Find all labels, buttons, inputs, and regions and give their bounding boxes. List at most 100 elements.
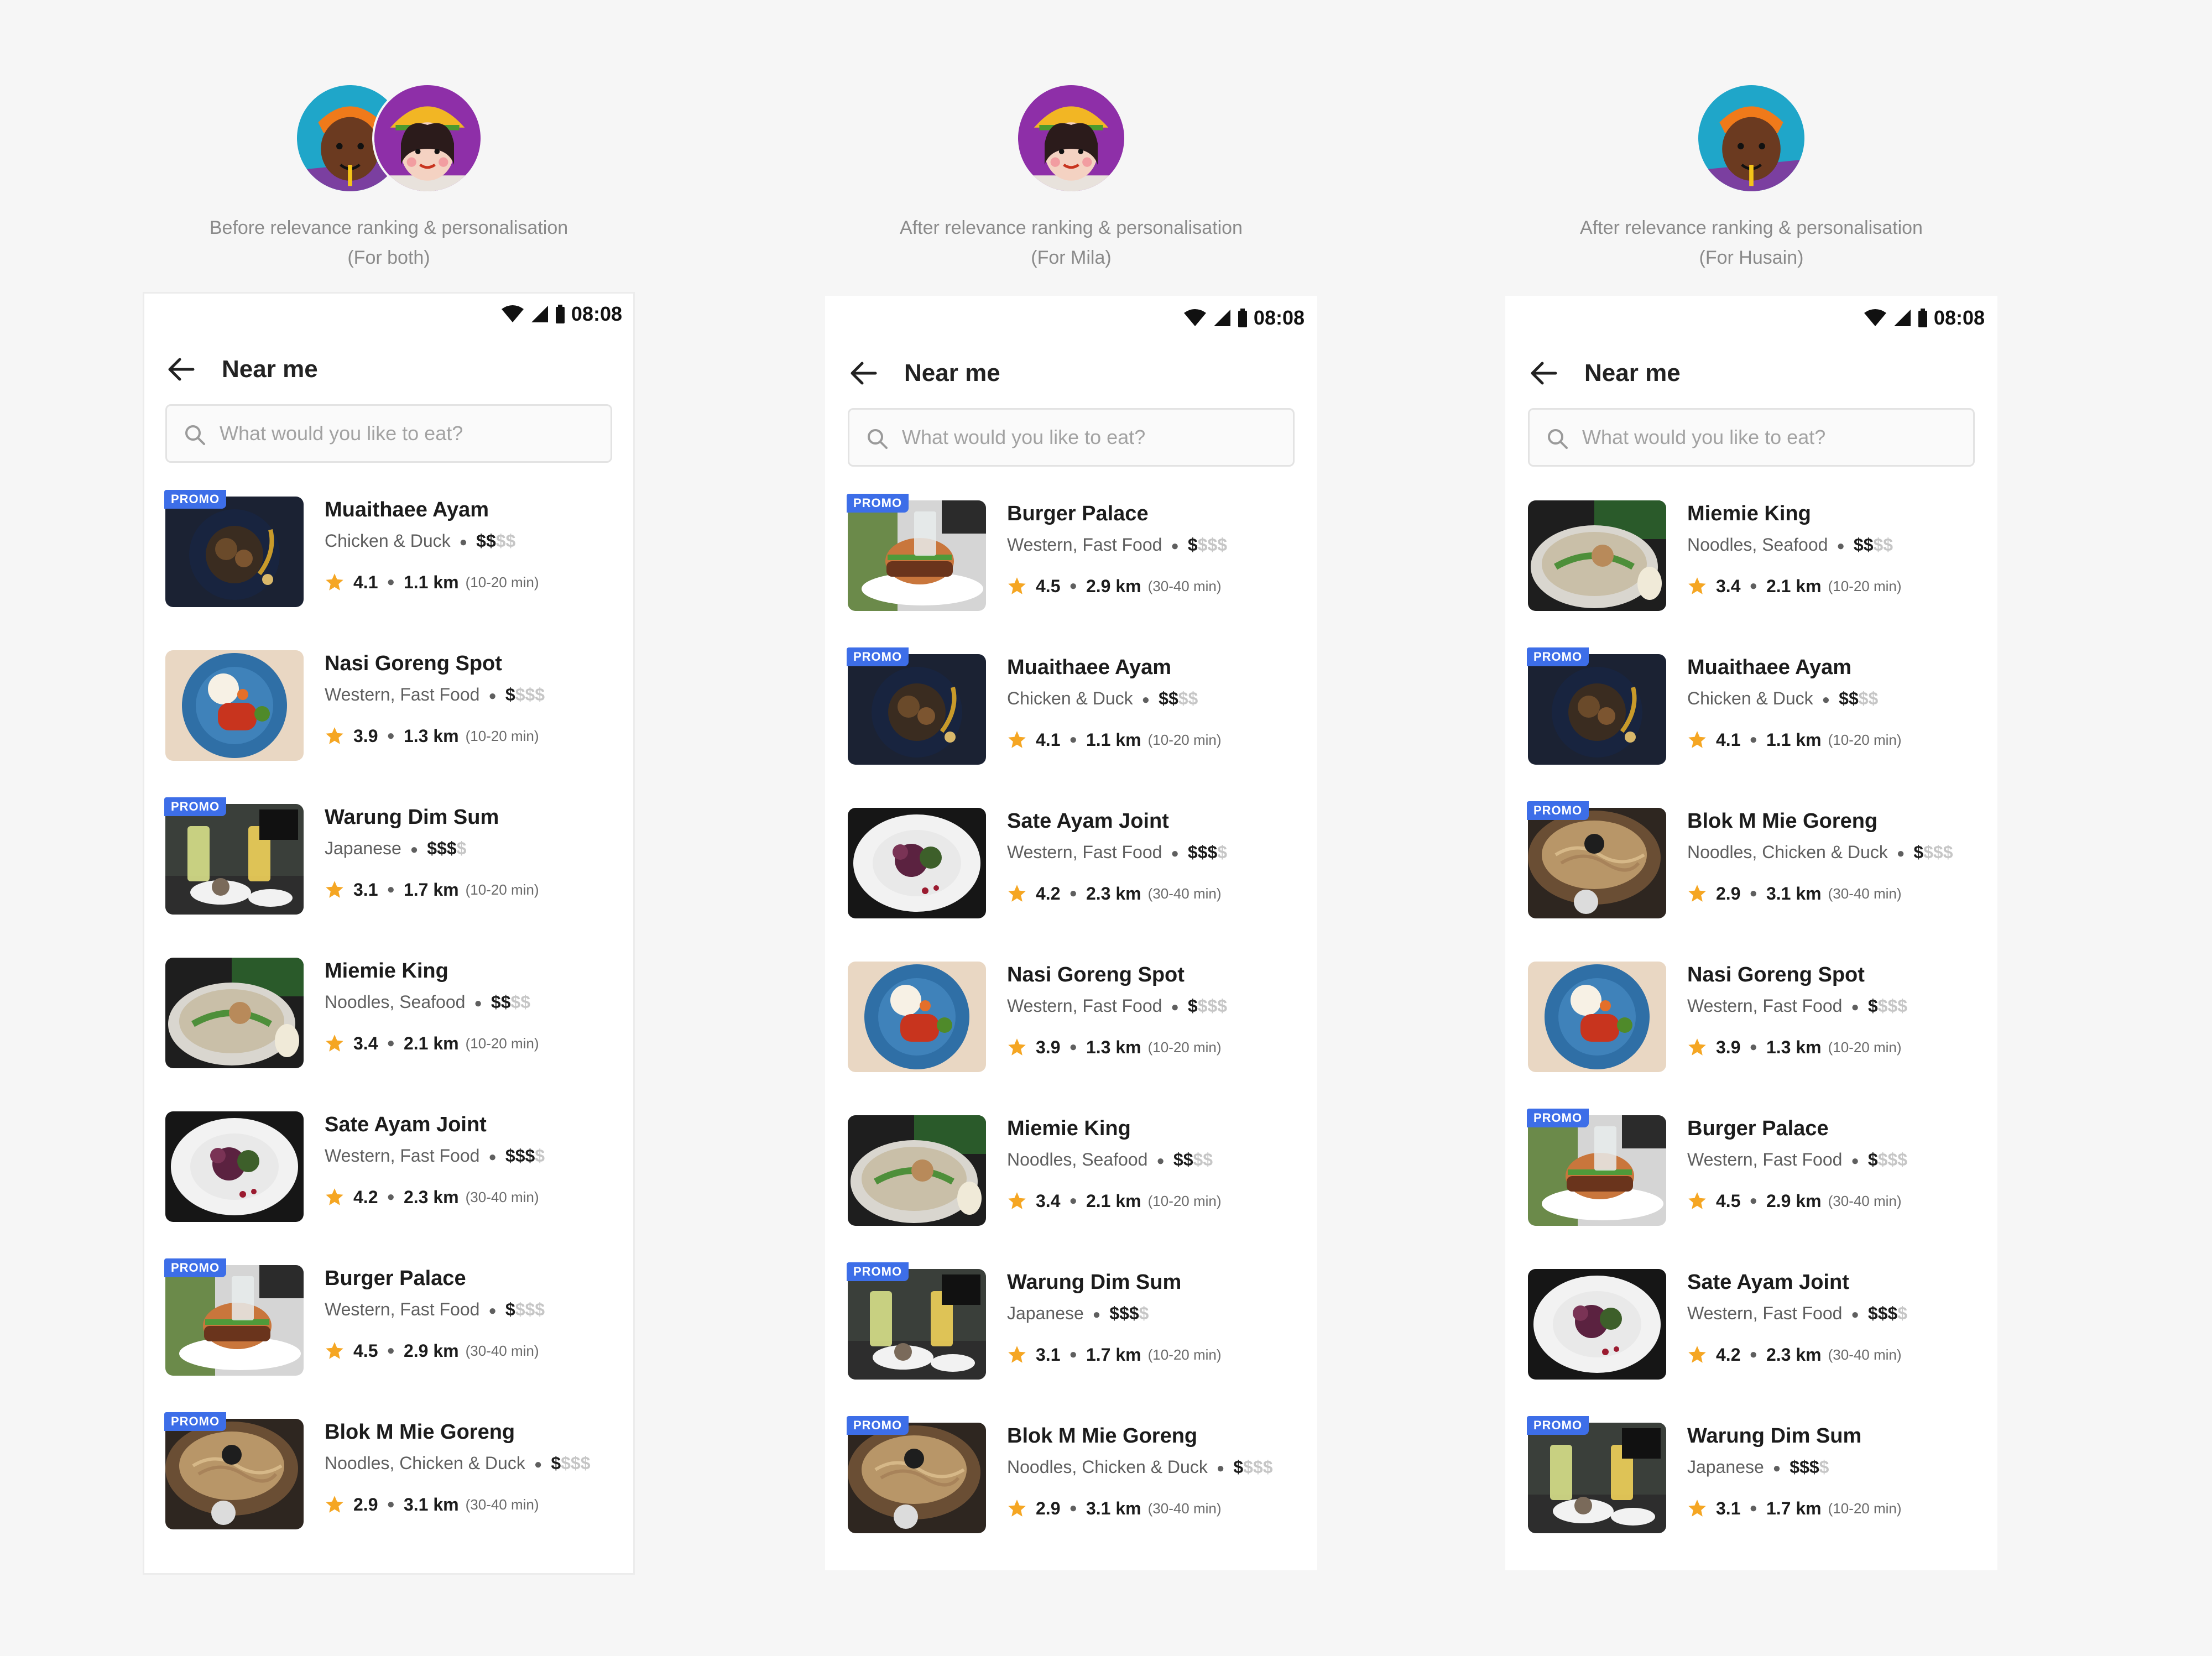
restaurant-row[interactable]: Sate Ayam Joint Western, Fast Food ● $$$$ 4.… (1507, 1257, 1996, 1411)
wifi-icon (501, 305, 524, 322)
separator-dot: ● (387, 1035, 395, 1051)
eta-text: (10-20 min) (1828, 1038, 1902, 1056)
restaurant-meta: Western, Fast Food ● $$$$ (1007, 992, 1305, 1021)
restaurant-row[interactable]: PROMO Blok M Mie Goreng Noodles, Chicken &… (827, 1411, 1316, 1564)
restaurant-meta: Japanese ● $$$$ (325, 835, 622, 863)
restaurant-row[interactable]: PROMO Muaithaee Ayam Chicken & Duck ● $$$$ 4.… (1507, 642, 1996, 796)
price-level-muted: $$$ (561, 1453, 591, 1473)
eta-text: (30-40 min) (1828, 1192, 1902, 1209)
distance-value: 1.1 km (1766, 729, 1822, 750)
back-arrow-icon[interactable] (1529, 358, 1559, 388)
price-level-muted: $$ (1193, 1150, 1213, 1169)
separator-dot: ● (1141, 692, 1150, 707)
restaurant-list: PROMO Muaithaee Ayam Chicken & Duck ● $$$$ 4.… (144, 484, 633, 1560)
noodle-bowl-image (165, 958, 304, 1068)
star-icon (1008, 1038, 1026, 1056)
restaurant-row[interactable]: PROMO Warung Dim Sum Japanese ● $$$$ 3.1 ● 1.7 … (1507, 1411, 1996, 1564)
column-caption: After relevance ranking & personalisatio… (825, 213, 1317, 273)
persona-header: After relevance ranking & personalisatio… (825, 0, 1317, 290)
eta-text: (30-40 min) (1828, 1346, 1902, 1363)
price-level: $ (1187, 996, 1198, 1016)
restaurant-row[interactable]: PROMO Warung Dim Sum Japanese ● $$$$ 3.1 ● 1.7 … (827, 1257, 1316, 1411)
star-icon (1688, 1345, 1706, 1363)
search-input[interactable] (1582, 410, 1962, 465)
restaurant-name: Miemie King (1687, 502, 1811, 525)
avatar-group (143, 83, 635, 194)
comparison-column-before: Before relevance ranking & personalisati… (143, 0, 635, 1575)
separator-dot: ● (1749, 1039, 1757, 1054)
star-icon (1688, 884, 1706, 902)
restaurant-name: Burger Palace (1687, 1117, 1829, 1140)
star-icon (326, 1341, 343, 1359)
eta-text: (30-40 min) (1147, 577, 1222, 594)
restaurant-row[interactable]: Sate Ayam Joint Western, Fast Food ● $$$$ 4.… (144, 1099, 633, 1253)
restaurant-info: Sate Ayam Joint Western, Fast Food ● $$$$ 4.… (1687, 1269, 1985, 1366)
burger-image (165, 1265, 304, 1376)
restaurant-row[interactable]: Miemie King Noodles, Seafood ● $$$$ 3.4 ● 2.1 … (1507, 488, 1996, 642)
restaurant-row[interactable]: PROMO Blok M Mie Goreng Noodles, Chicken &… (1507, 796, 1996, 949)
status-time: 08:08 (1933, 306, 1985, 329)
eta-text: (10-20 min) (1828, 1500, 1902, 1517)
cuisine-text: Japanese (1007, 1303, 1084, 1323)
price-level-muted: $$$ (1877, 996, 1908, 1016)
restaurant-meta: Japanese ● $$$$ (1007, 1300, 1305, 1328)
rating-value: 3.4 (1716, 576, 1741, 596)
salad-plate-image (848, 808, 986, 918)
restaurant-info: Miemie King Noodles, Seafood ● $$$$ 3.4 ● 2.1 … (1687, 500, 1985, 597)
distance-value: 2.1 km (1086, 1190, 1141, 1211)
price-level: $$ (491, 992, 511, 1012)
search-bar[interactable] (165, 404, 612, 463)
restaurant-row[interactable]: Miemie King Noodles, Seafood ● $$$$ 3.4 ● 2.1 … (827, 1103, 1316, 1257)
price-level-muted: $$ (1873, 535, 1893, 555)
restaurant-name: Muaithaee Ayam (1007, 656, 1172, 679)
cuisine-text: Noodles, Chicken & Duck (1687, 842, 1888, 862)
restaurant-row[interactable]: PROMO Warung Dim Sum Japanese ● $$$$ 3.1 ● 1.7 … (144, 792, 633, 945)
restaurant-info: Blok M Mie Goreng Noodles, Chicken & Duck… (1007, 1423, 1305, 1519)
restaurant-row[interactable]: Nasi Goreng Spot Western, Fast Food ● $$$$ 3… (827, 949, 1316, 1103)
rating-value: 3.9 (1716, 1037, 1741, 1057)
app-bar: Near me (1507, 336, 1996, 408)
search-input[interactable] (220, 406, 599, 461)
separator-dot: ● (474, 995, 482, 1011)
restaurant-name: Burger Palace (325, 1267, 466, 1290)
star-icon (326, 880, 343, 898)
restaurant-row[interactable]: PROMO Blok M Mie Goreng Noodles, Chicken &… (144, 1407, 633, 1560)
distance-value: 2.1 km (403, 1033, 459, 1053)
wifi-icon (1864, 309, 1886, 326)
restaurant-name: Blok M Mie Goreng (325, 1420, 515, 1444)
search-bar[interactable] (848, 408, 1295, 467)
restaurant-row[interactable]: PROMO Burger Palace Western, Fast Food ● $$$… (827, 488, 1316, 642)
search-input[interactable] (902, 410, 1282, 465)
eta-text: (30-40 min) (1828, 885, 1902, 902)
back-arrow-icon[interactable] (166, 354, 196, 384)
restaurant-info: Sate Ayam Joint Western, Fast Food ● $$$$ 4.… (1007, 808, 1305, 905)
restaurant-stats: 4.1 ● 1.1 km (10-20 min) (1687, 729, 1985, 751)
restaurant-row[interactable]: PROMO Burger Palace Western, Fast Food ● $$$… (144, 1253, 633, 1407)
restaurant-info: Miemie King Noodles, Seafood ● $$$$ 3.4 ● 2.1 … (1007, 1115, 1305, 1212)
price-level: $$ (1173, 1150, 1193, 1169)
restaurant-name: Warung Dim Sum (325, 806, 499, 829)
restaurant-info: Muaithaee Ayam Chicken & Duck ● $$$$ 4.1 ● 1.1… (1687, 654, 1985, 751)
promo-badge: PROMO (1527, 647, 1589, 666)
page-title: Near me (1584, 359, 1681, 386)
restaurant-name: Muaithaee Ayam (1687, 656, 1852, 679)
restaurant-stats: 4.2 ● 2.3 km (30-40 min) (1687, 1344, 1985, 1366)
restaurant-stats: 4.5 ● 2.9 km (30-40 min) (1007, 575, 1305, 597)
back-arrow-icon[interactable] (849, 358, 879, 388)
restaurant-row[interactable]: Sate Ayam Joint Western, Fast Food ● $$$$ 4.… (827, 796, 1316, 949)
restaurant-row[interactable]: PROMO Burger Palace Western, Fast Food ● $$$… (1507, 1103, 1996, 1257)
price-level-muted: $$ (495, 531, 516, 551)
promo-badge: PROMO (164, 490, 227, 509)
dimsum-drinks-image (165, 804, 304, 915)
distance-value: 2.9 km (1086, 576, 1141, 596)
restaurant-info: Warung Dim Sum Japanese ● $$$$ 3.1 ● 1.7 km (10… (1007, 1269, 1305, 1366)
price-level: $ (1867, 1150, 1878, 1169)
restaurant-row[interactable]: Miemie King Noodles, Seafood ● $$$$ 3.4 ● 2.1 … (144, 945, 633, 1099)
comparison-column-mila: After relevance ranking & personalisatio… (825, 0, 1317, 1570)
restaurant-row[interactable]: PROMO Muaithaee Ayam Chicken & Duck ● $$$$ 4.… (827, 642, 1316, 796)
mila-avatar (1016, 83, 1126, 194)
restaurant-row[interactable]: Nasi Goreng Spot Western, Fast Food ● $$$$ 3… (144, 638, 633, 792)
restaurant-row[interactable]: Nasi Goreng Spot Western, Fast Food ● $$$$ 3… (1507, 949, 1996, 1103)
restaurant-row[interactable]: PROMO Muaithaee Ayam Chicken & Duck ● $$$$ 4.… (144, 484, 633, 638)
search-bar[interactable] (1528, 408, 1975, 467)
